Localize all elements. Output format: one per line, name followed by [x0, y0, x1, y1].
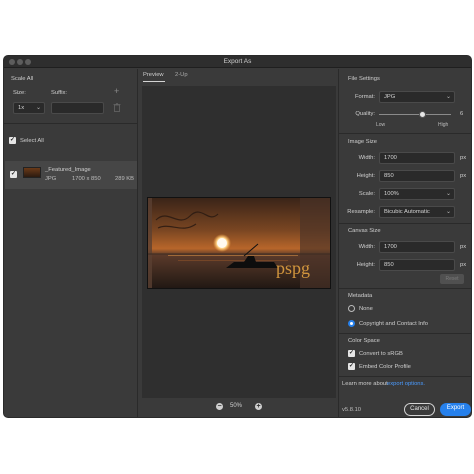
chevron-down-icon: ⌄: [445, 209, 451, 215]
canvas-width-unit: px: [460, 244, 467, 250]
canvas-width-label: Width:: [358, 244, 375, 250]
quality-slider[interactable]: [379, 111, 451, 118]
select-all-label: Select All: [20, 138, 44, 144]
image-width-input[interactable]: 1700: [379, 152, 455, 164]
scale-select[interactable]: 100% ⌄: [379, 188, 455, 200]
assets-panel: Scale All Size: Suffix: + 1x ⌄ ✓ Select …: [4, 69, 138, 417]
canvas-width-input[interactable]: 1700: [379, 241, 455, 253]
divider: [339, 133, 471, 134]
size-select[interactable]: 1x ⌄: [13, 102, 45, 114]
canvas-height-input[interactable]: 850: [379, 259, 455, 271]
title-bar: Export As: [4, 56, 471, 68]
metadata-copyright-radio[interactable]: [348, 320, 355, 327]
quality-high-label: High: [438, 122, 449, 128]
reset-canvas-button[interactable]: Reset: [440, 274, 464, 284]
zoom-level: 50%: [230, 403, 243, 409]
resample-label: Resample:: [347, 209, 375, 215]
format-select[interactable]: JPG ⌄: [379, 91, 455, 103]
window-title: Export As: [223, 58, 252, 65]
canvas-height-unit: px: [460, 262, 467, 268]
convert-srgb-checkbox[interactable]: ✓: [348, 350, 355, 357]
preview-canvas: pspg: [142, 86, 336, 398]
trash-icon[interactable]: [113, 103, 121, 112]
preview-area: Preview 2-Up pspg − 50% +: [139, 69, 337, 417]
suffix-input[interactable]: [51, 102, 104, 114]
chevron-down-icon: ⌄: [35, 105, 41, 111]
asset-filesize: 289 KB: [115, 176, 135, 182]
metadata-none-radio[interactable]: [348, 305, 355, 312]
color-space-heading: Color Space: [348, 338, 380, 344]
format-label: Format:: [355, 94, 375, 100]
zoom-in-button[interactable]: +: [255, 403, 262, 410]
metadata-copyright-label: Copyright and Contact Info: [359, 321, 428, 327]
asset-format: JPG: [45, 176, 57, 182]
quality-thumb[interactable]: [419, 111, 427, 118]
scale-label: Scale:: [358, 191, 375, 197]
tab-preview[interactable]: Preview: [143, 72, 164, 78]
image-width-label: Width:: [358, 155, 375, 161]
convert-srgb-label: Convert to sRGB: [359, 351, 403, 357]
tab-2-up[interactable]: 2-Up: [175, 72, 188, 78]
select-all-checkbox[interactable]: ✓: [9, 137, 16, 144]
image-height-label: Height:: [356, 173, 375, 179]
divider: [339, 376, 471, 377]
canvas-size-heading: Canvas Size: [348, 228, 381, 234]
divider: [4, 123, 138, 124]
settings-panel: File Settings Format: JPG ⌄ Quality: 6 L…: [338, 69, 471, 417]
size-label: Size:: [13, 90, 26, 96]
metadata-none-label: None: [359, 306, 373, 312]
quality-low-label: Low: [376, 122, 386, 128]
suffix-label: Suffix:: [51, 90, 68, 96]
divider: [339, 288, 471, 289]
image-height-input[interactable]: 850: [379, 170, 455, 182]
quality-value: 6: [460, 111, 464, 117]
resample-value: Bicubic Automatic: [384, 209, 430, 215]
asset-name: _Featured_Image: [45, 167, 91, 173]
preview-overlay-text: pspg: [276, 258, 310, 278]
chevron-down-icon: ⌄: [445, 191, 451, 197]
export-options-link[interactable]: export options.: [387, 381, 425, 387]
embed-profile-checkbox[interactable]: ✓: [348, 363, 355, 370]
asset-checkbox[interactable]: ✓: [10, 171, 17, 178]
file-settings-heading: File Settings: [348, 76, 380, 82]
asset-dimensions: 1700 x 850: [72, 176, 101, 182]
embed-profile-label: Embed Color Profile: [359, 364, 411, 370]
scale-value: 100%: [384, 191, 399, 197]
resample-select[interactable]: Bicubic Automatic ⌄: [379, 206, 455, 218]
metadata-heading: Metadata: [348, 293, 373, 299]
scale-all-heading: Scale All: [11, 76, 34, 82]
size-value: 1x: [18, 105, 25, 111]
image-width-unit: px: [460, 155, 467, 161]
divider: [339, 223, 471, 224]
divider: [339, 333, 471, 334]
canvas-height-label: Height:: [356, 262, 375, 268]
sunset-boat-image: pspg: [148, 198, 330, 288]
chevron-down-icon: ⌄: [445, 94, 451, 100]
version-label: v5.8.10: [342, 407, 362, 413]
zoom-controls: − 50% +: [139, 402, 337, 412]
format-value: JPG: [384, 94, 396, 100]
quality-label: Quality:: [355, 111, 375, 117]
preview-image[interactable]: pspg: [147, 197, 331, 289]
cancel-button[interactable]: Cancel: [404, 403, 435, 416]
export-as-dialog: Export As Scale All Size: Suffix: + 1x ⌄…: [3, 55, 472, 418]
quality-track: [379, 114, 451, 115]
active-tab-indicator: [143, 81, 165, 82]
asset-row[interactable]: ✓ _Featured_Image JPG 1700 x 850 289 KB: [5, 161, 137, 189]
export-button[interactable]: Export: [440, 403, 471, 416]
image-size-heading: Image Size: [348, 139, 377, 145]
asset-thumbnail: [23, 167, 41, 178]
image-height-unit: px: [460, 173, 467, 179]
learn-more-text: Learn more about: [342, 381, 388, 387]
add-scale-icon[interactable]: +: [114, 86, 119, 96]
zoom-out-button[interactable]: −: [216, 403, 223, 410]
